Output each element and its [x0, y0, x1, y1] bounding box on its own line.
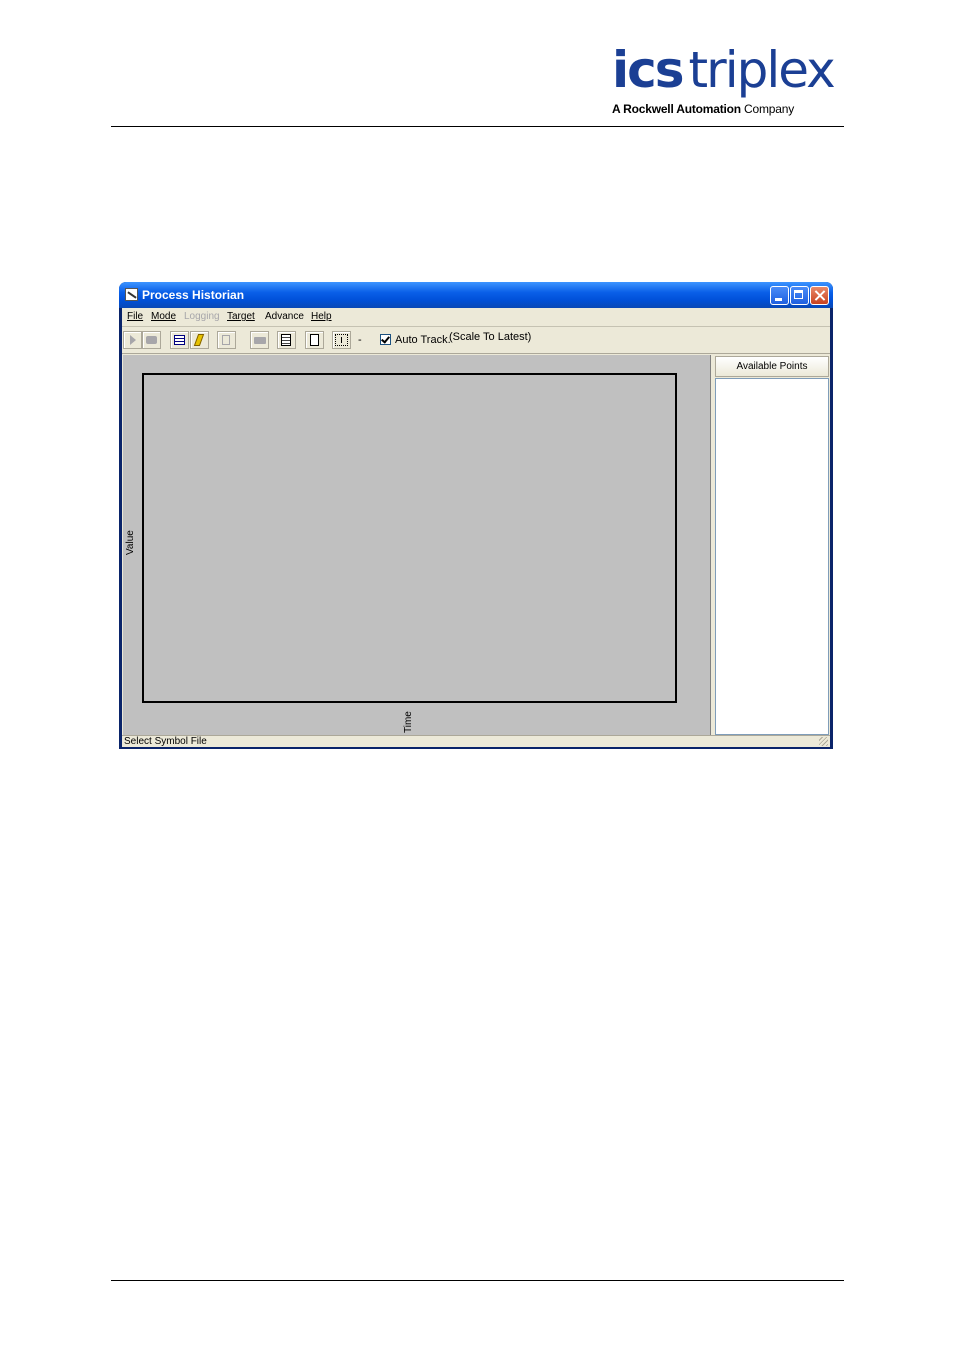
auto-track-checkbox[interactable] — [380, 334, 391, 345]
print-button[interactable] — [250, 331, 269, 349]
table-icon — [174, 335, 185, 345]
logo-tagline-rockwell: Rockwell Automation — [623, 102, 741, 116]
status-bar: Select Symbol File — [122, 735, 830, 747]
logo-ics-text: ics — [612, 41, 685, 99]
lightning-icon — [193, 334, 205, 346]
window-client: File Mode Logging Target Advance Help - … — [122, 308, 830, 747]
play-icon — [130, 335, 136, 345]
toolbar: - Auto Track. (Scale To Latest) — [122, 327, 830, 353]
document-icon — [310, 334, 319, 346]
process-historian-window: Process Historian File Mode Logging Targ… — [119, 282, 833, 749]
printer-icon — [254, 337, 266, 344]
menu-target[interactable]: Target — [227, 311, 255, 322]
logo-tagline: A Rockwell Automation Company — [612, 102, 794, 116]
copy-icon — [222, 335, 230, 345]
auto-track-label[interactable]: Auto Track. — [395, 334, 451, 346]
toolbar-divider — [122, 353, 830, 354]
properties-button[interactable] — [277, 331, 296, 349]
logo-tagline-company: Company — [740, 102, 795, 116]
menu-bar: File Mode Logging Target Advance Help — [122, 308, 830, 326]
x-axis-label: Time — [403, 711, 414, 733]
available-points-panel: Available Points — [714, 355, 830, 735]
logo-triplex-text: triplex — [688, 41, 836, 99]
table-view-button[interactable] — [170, 331, 189, 349]
copy-button[interactable] — [217, 331, 236, 349]
available-points-list[interactable] — [715, 378, 829, 735]
stop-icon — [146, 336, 157, 344]
header-rule — [111, 126, 844, 127]
app-icon[interactable] — [125, 288, 138, 301]
zoom-in-button[interactable] — [332, 331, 351, 349]
checkmark-icon — [381, 334, 390, 344]
menu-help[interactable]: Help — [311, 311, 332, 322]
chart-panel[interactable]: Value Time — [123, 355, 711, 735]
menu-logging[interactable]: Logging — [184, 311, 220, 322]
maximize-icon[interactable] — [790, 286, 809, 305]
window-title: Process Historian — [142, 288, 245, 302]
properties-icon — [281, 334, 291, 346]
scale-to-latest-label: (Scale To Latest) — [449, 331, 532, 343]
zoom-out-button[interactable]: - — [358, 334, 362, 346]
menu-advance[interactable]: Advance — [265, 311, 304, 322]
export-button[interactable] — [305, 331, 324, 349]
title-bar[interactable]: Process Historian — [119, 282, 833, 308]
logo-tagline-a: A — [612, 102, 624, 116]
close-icon[interactable] — [810, 286, 829, 305]
available-points-header[interactable]: Available Points — [715, 356, 829, 377]
menu-mode[interactable]: Mode — [151, 311, 176, 322]
plus-icon — [341, 337, 342, 343]
logo-wordmark: ics triplex — [612, 41, 836, 99]
resize-grip-icon[interactable] — [819, 737, 828, 746]
company-logo: ics triplex A Rockwell Automation Company — [612, 42, 844, 118]
plot-area[interactable] — [142, 373, 677, 703]
play-button[interactable] — [123, 331, 142, 349]
status-text: Select Symbol File — [124, 736, 207, 747]
minimize-icon[interactable] — [770, 286, 789, 305]
y-axis-label: Value — [125, 530, 136, 555]
footer-rule — [111, 1280, 844, 1281]
menu-file[interactable]: File — [127, 311, 143, 322]
connect-button[interactable] — [190, 331, 209, 349]
stop-button[interactable] — [142, 331, 161, 349]
